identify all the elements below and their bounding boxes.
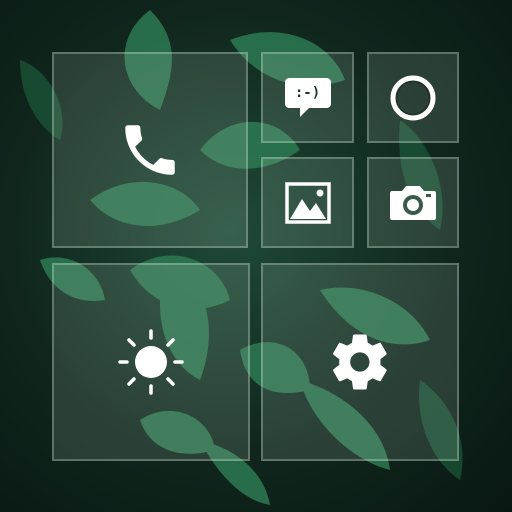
ring-tile[interactable]: [367, 52, 459, 143]
chat-bubble-icon: :-): [283, 74, 333, 122]
gallery-tile[interactable]: [261, 157, 354, 248]
camera-tile[interactable]: [367, 157, 459, 248]
phone-tile[interactable]: [52, 52, 248, 248]
chat-glyph: :-): [294, 84, 321, 101]
messages-tile[interactable]: :-): [261, 52, 354, 143]
brightness-tile[interactable]: [52, 263, 250, 461]
gear-icon: [333, 334, 387, 390]
sun-icon: [118, 329, 184, 395]
camera-icon: [390, 185, 436, 220]
phone-icon: [125, 125, 175, 175]
settings-tile[interactable]: [261, 263, 459, 461]
circle-icon: [390, 75, 436, 120]
image-icon: [284, 181, 331, 224]
